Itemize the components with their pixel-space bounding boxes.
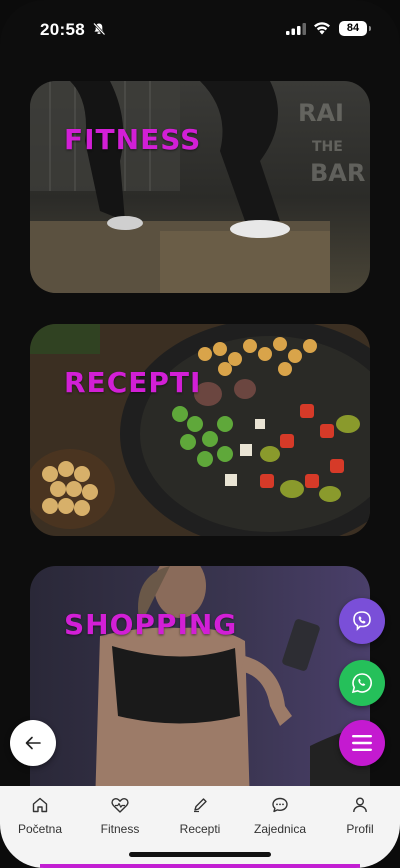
status-time: 20:58 [40,20,85,39]
status-bar: 20:58 84 [0,0,400,60]
shopping-image [30,566,370,806]
recepti-image [30,324,370,536]
wifi-icon [314,22,330,35]
tab-zajednica[interactable]: Zajednica [240,794,320,838]
hamburger-icon [352,735,372,751]
home-indicator[interactable] [129,852,271,857]
battery-indicator: 84 [339,21,371,36]
heart-pulse-icon [111,797,129,813]
card-title-fitness: FITNESS [64,123,202,156]
tab-pocetna[interactable]: Početna [0,794,80,838]
svg-text:THE: THE [312,139,343,155]
whatsapp-icon [351,673,372,694]
svg-text:BAR: BAR [310,159,365,187]
tab-label-fitness: Fitness [100,822,140,836]
tab-label-profil: Profil [346,822,374,836]
bell-muted-icon [93,22,106,36]
chat-icon [272,797,288,813]
menu-button[interactable] [339,720,385,766]
pencil-icon [194,798,207,813]
home-icon [32,797,48,813]
whatsapp-button[interactable] [339,660,385,706]
card-recepti[interactable]: RECEPTI [30,324,370,536]
user-icon [353,797,367,813]
viber-button[interactable] [339,598,385,644]
tab-label-zajednica: Zajednica [253,822,307,836]
cellular-signal-icon [286,23,306,35]
arrow-left-icon [25,736,41,750]
tab-profil[interactable]: Profil [320,794,400,838]
tab-recepti[interactable]: Recepti [160,794,240,838]
card-title-recepti: RECEPTI [64,366,202,399]
back-button[interactable] [10,720,56,766]
viber-icon [353,611,371,631]
card-fitness[interactable]: RAI THE BAR FITNESS [30,81,370,293]
tab-label-pocetna: Početna [17,822,63,836]
card-title-shopping: SHOPPING [64,608,238,641]
card-shopping[interactable]: SHOPPING [30,566,370,806]
accent-bar [40,864,360,868]
tab-fitness[interactable]: Fitness [80,794,160,838]
phone-screen: 20:58 84 RAI THE BAR FITNESS RECEPTI SHO… [0,0,400,868]
tab-label-recepti: Recepti [179,822,221,836]
svg-text:RAI: RAI [298,99,344,127]
fitness-image: RAI THE BAR [30,81,370,293]
